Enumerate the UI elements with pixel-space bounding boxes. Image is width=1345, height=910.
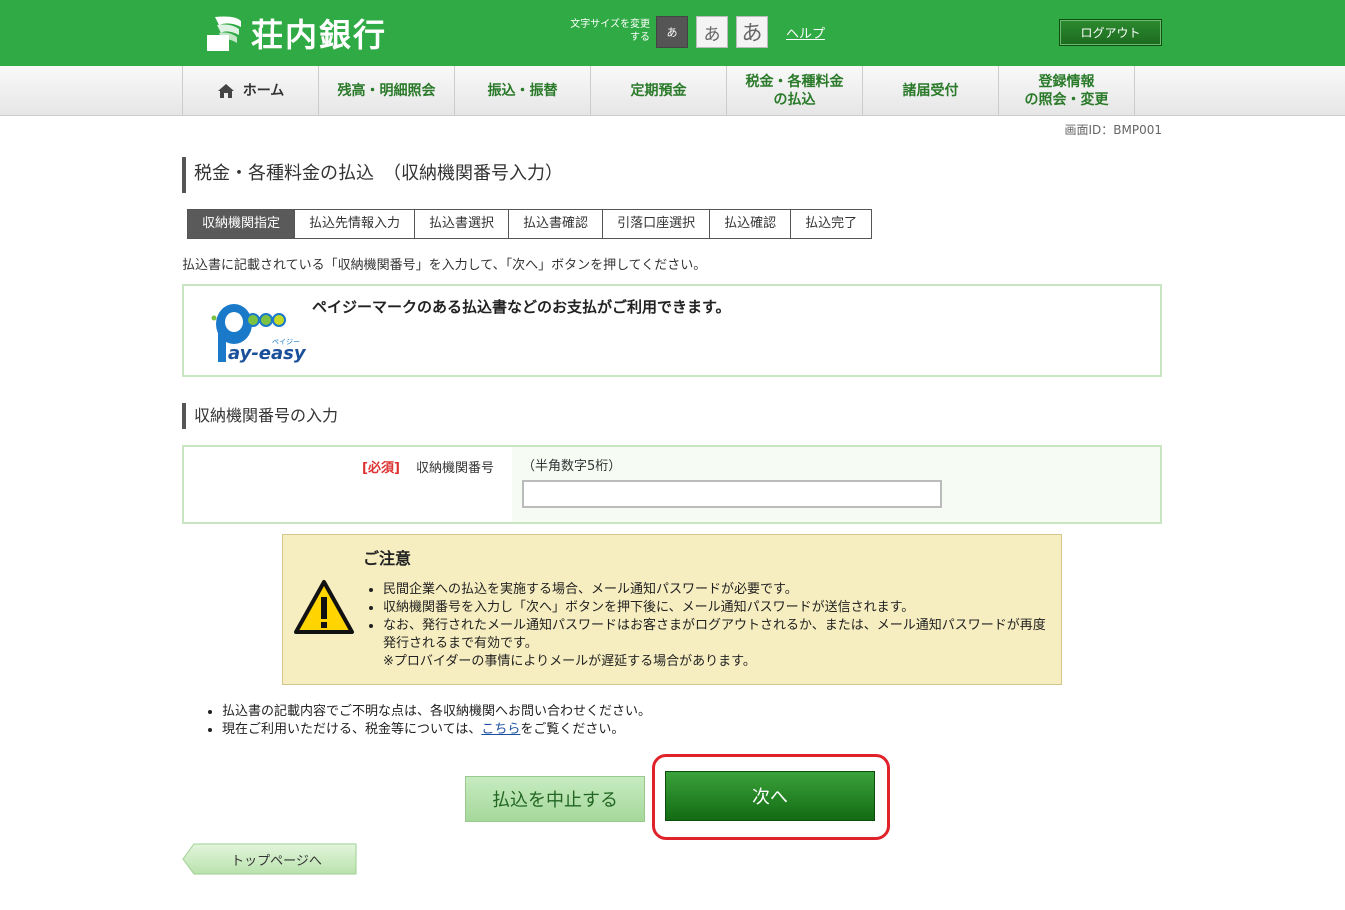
notice-list: 民間企業への払込を実施する場合、メール通知パスワードが必要です。 収納機関番号を… <box>383 581 1053 671</box>
footer-notes: 払込書の記載内容でご不明な点は、各収納機関へお問い合わせください。 現在ご利用い… <box>222 703 651 739</box>
notice-sub-note: ※プロバイダーの事情によりメールが遅延する場合があります。 <box>383 654 756 669</box>
footer-note: 払込書の記載内容でご不明な点は、各収納機関へお問い合わせください。 <box>222 703 651 721</box>
step-item: 払込書選択 <box>415 210 510 238</box>
section-title: 収納機関番号の入力 <box>182 403 338 429</box>
tax-list-link[interactable]: こちら <box>481 722 520 737</box>
nav-item-time-deposit[interactable]: 定期預金 <box>591 66 727 116</box>
nav-item-label: ホーム <box>242 83 285 99</box>
step-item: 払込書確認 <box>509 210 604 238</box>
fontsize-medium-button[interactable]: あ <box>696 16 728 48</box>
nav-item-label: 税金・各種料金 の払込 <box>745 74 844 108</box>
site-header: 荘内銀行 文字サイズを変更する あ あ あ ヘルプ ログアウト <box>0 0 1345 66</box>
institution-number-input[interactable] <box>522 480 942 508</box>
next-button[interactable]: 次へ <box>665 771 875 821</box>
warning-icon <box>294 580 354 634</box>
nav-item-balance[interactable]: 残高・明細照会 <box>319 66 455 116</box>
payeasy-info-box: ペイジー ay-easy ペイジーマークのある払込書などのお支払がご利用できます… <box>182 284 1162 377</box>
step-item: 引落口座選択 <box>603 210 711 238</box>
required-badge: [必須] <box>362 461 400 476</box>
nav-item-label: 諸届受付 <box>902 83 959 99</box>
fontsize-small-button[interactable]: あ <box>656 16 688 48</box>
notice-item: なお、発行されたメール通知パスワードはお客さまがログアウトされるか、または、メー… <box>383 617 1053 671</box>
nav-item-label: 残高・明細照会 <box>337 83 436 99</box>
svg-text:ay-easy: ay-easy <box>228 343 307 364</box>
step-item: 払込先情報入力 <box>295 210 416 238</box>
nav-item-label: 振込・振替 <box>487 83 558 99</box>
payeasy-logo-icon: ペイジー ay-easy <box>211 304 307 364</box>
fontsize-large-button[interactable]: あ <box>736 16 768 48</box>
nav-item-applications[interactable]: 諸届受付 <box>863 66 999 116</box>
instruction-text: 払込書に記載されている「収納機関番号」を入力して、「次へ」ボタンを押してください… <box>182 258 707 273</box>
fontsize-label: 文字サイズを変更する <box>570 19 650 43</box>
nav-item-registration[interactable]: 登録情報 の照会・変更 <box>999 66 1135 116</box>
notice-box: ご注意 民間企業への払込を実施する場合、メール通知パスワードが必要です。 収納機… <box>282 534 1062 685</box>
nav-item-transfer[interactable]: 振込・振替 <box>455 66 591 116</box>
help-link[interactable]: ヘルプ <box>786 23 825 42</box>
notice-title: ご注意 <box>363 549 412 568</box>
bank-logo[interactable]: 荘内銀行 <box>205 12 387 54</box>
notice-item: 民間企業への払込を実施する場合、メール通知パスワードが必要です。 <box>383 581 1053 599</box>
institution-number-label: 収納機関番号 <box>416 461 495 476</box>
bank-name: 荘内銀行 <box>251 16 388 54</box>
nav-item-label: 定期預金 <box>630 83 687 99</box>
logout-button[interactable]: ログアウト <box>1059 19 1162 46</box>
step-item: 収納機関指定 <box>188 210 296 238</box>
main-nav: ホーム 残高・明細照会 振込・振替 定期預金 税金・各種料金 の払込 諸届受付 登… <box>0 66 1345 116</box>
page-title: 税金・各種料金の払込 （収納機関番号入力） <box>182 157 563 193</box>
step-indicator: 収納機関指定 払込先情報入力 払込書選択 払込書確認 引落口座選択 払込確認 払… <box>187 209 873 239</box>
screen-id: 画面ID：BMP001 <box>1064 123 1162 137</box>
top-page-button[interactable]: トップページへ <box>182 843 357 875</box>
step-item: 払込完了 <box>791 210 872 238</box>
home-icon <box>217 84 234 98</box>
nav-item-tax-payment[interactable]: 税金・各種料金 の払込 <box>727 66 863 116</box>
top-page-label: トップページへ <box>231 853 322 869</box>
institution-number-form: [必須] 収納機関番号 （半角数字5桁） <box>182 445 1162 524</box>
bank-logo-icon <box>207 16 241 51</box>
nav-item-home[interactable]: ホーム <box>183 66 319 116</box>
institution-number-hint: （半角数字5桁） <box>522 459 622 474</box>
cancel-payment-button[interactable]: 払込を中止する <box>465 776 645 822</box>
footer-note: 現在ご利用いただける、税金等については、こちらをご覧ください。 <box>222 721 651 739</box>
notice-item: 収納機関番号を入力し「次へ」ボタンを押下後に、メール通知パスワードが送信されます… <box>383 599 1053 617</box>
step-item: 払込確認 <box>710 210 792 238</box>
payeasy-message: ペイジーマークのある払込書などのお支払がご利用できます。 <box>312 298 731 316</box>
nav-item-label: 登録情報 の照会・変更 <box>1024 74 1109 108</box>
